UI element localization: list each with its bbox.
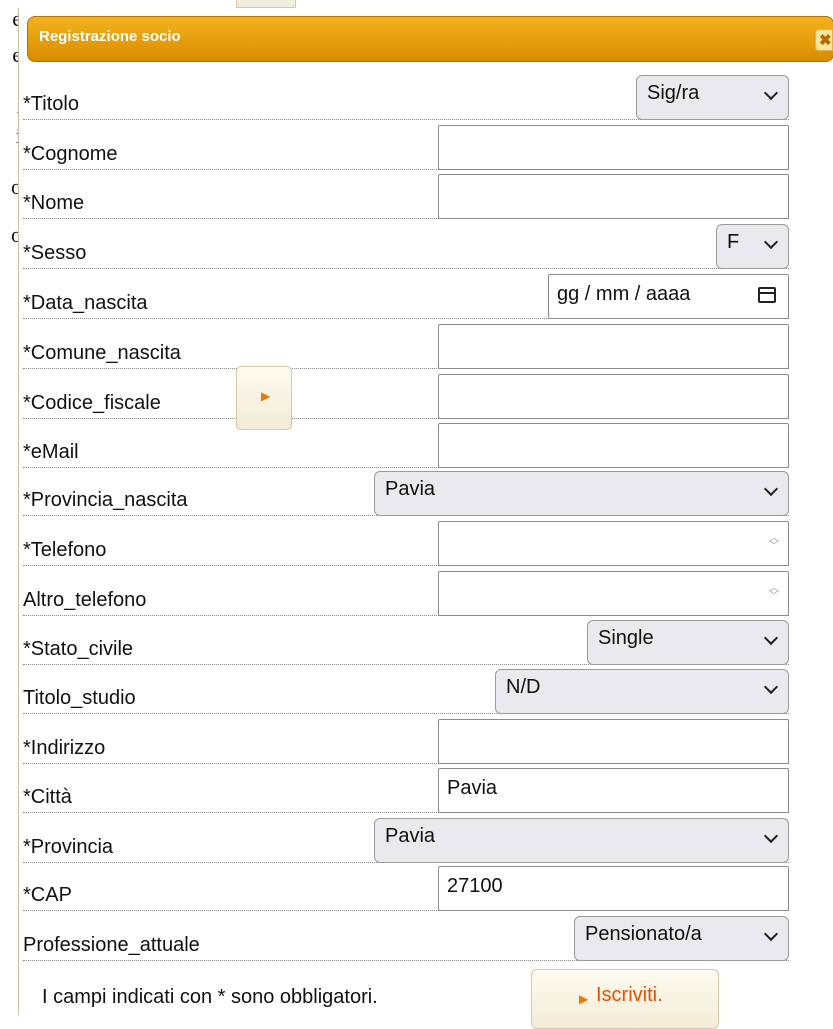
chevron-down-icon	[763, 481, 779, 497]
label-provincia-nascita: *Provincia_nascita	[23, 489, 188, 511]
comune-nascita-input[interactable]	[438, 324, 789, 369]
label-cognome: *Cognome	[23, 143, 118, 165]
email-input[interactable]	[438, 423, 789, 468]
codice-fiscale-input[interactable]	[438, 374, 789, 419]
submit-label: Iscriviti.	[596, 984, 663, 1006]
row-email: *eMail	[23, 422, 789, 468]
label-indirizzo: *Indirizzo	[23, 737, 106, 759]
label-telefono: *Telefono	[23, 539, 107, 561]
indirizzo-input[interactable]	[438, 719, 789, 764]
stato-civile-select[interactable]: Single	[587, 620, 789, 665]
chevron-down-icon	[763, 630, 779, 646]
professione-attuale-select[interactable]: Pensionato/a	[574, 916, 789, 961]
cognome-input[interactable]	[438, 125, 789, 170]
label-sesso: *Sesso	[23, 242, 87, 264]
row-codice-fiscale: *Codice_fiscale	[23, 373, 789, 419]
dialog-title: Registrazione socio	[39, 28, 181, 45]
row-comune-nascita: *Comune_nascita	[23, 323, 789, 369]
chevron-down-icon	[763, 828, 779, 844]
sesso-select[interactable]: F	[716, 224, 789, 269]
row-cognome: *Cognome	[23, 124, 789, 170]
label-nome: *Nome	[23, 192, 85, 214]
label-professione-attuale: Professione_attuale	[23, 934, 200, 956]
chevron-down-icon	[763, 926, 779, 942]
label-titolo: *Titolo	[23, 93, 79, 115]
titolo-studio-select[interactable]: N/D	[495, 669, 789, 714]
compute-codice-fiscale-button[interactable]: ▶	[236, 366, 292, 430]
row-citta: *Città Pavia	[23, 767, 789, 813]
row-indirizzo: *Indirizzo	[23, 718, 789, 764]
submit-button[interactable]: ▶ Iscriviti.	[531, 969, 719, 1029]
altro-telefono-input[interactable]: ︿ ﹀	[438, 571, 789, 616]
nome-input[interactable]	[438, 174, 789, 219]
provincia-select[interactable]: Pavia	[374, 818, 789, 863]
play-arrow-icon: ▶	[261, 389, 271, 403]
dialog-titlebar[interactable]: Registrazione socio ✖	[27, 16, 833, 62]
chevron-down-icon	[763, 679, 779, 695]
required-fields-note: I campi indicati con * sono obbligatori.	[42, 986, 378, 1008]
titolo-select[interactable]: Sig/ra	[636, 75, 789, 120]
row-cap: *CAP 27100	[23, 865, 789, 911]
row-titolo-studio: Titolo_studio N/D	[23, 668, 789, 714]
close-button[interactable]: ✖	[815, 29, 833, 51]
row-altro-telefono: Altro_telefono ︿ ﹀	[23, 570, 789, 616]
spinner-icon[interactable]: ︿ ﹀	[769, 584, 779, 602]
row-provincia-nascita: *Provincia_nascita Pavia	[23, 470, 789, 516]
row-professione-attuale: Professione_attuale Pensionato/a	[23, 915, 789, 961]
label-email: *eMail	[23, 441, 79, 463]
calendar-icon[interactable]	[758, 287, 776, 303]
background-tab	[236, 0, 296, 8]
play-arrow-icon: ▶	[579, 992, 589, 1006]
label-altro-telefono: Altro_telefono	[23, 589, 147, 611]
label-stato-civile: *Stato_civile	[23, 638, 134, 660]
close-icon: ✖	[819, 32, 832, 49]
row-titolo: *Titolo Sig/ra	[23, 74, 789, 120]
chevron-down-icon	[763, 85, 779, 101]
telefono-input[interactable]: ︿ ﹀	[438, 521, 789, 566]
label-titolo-studio: Titolo_studio	[23, 687, 136, 709]
row-provincia: *Provincia Pavia	[23, 817, 789, 863]
provincia-nascita-select[interactable]: Pavia	[374, 471, 789, 516]
label-cap: *CAP	[23, 884, 72, 906]
label-codice-fiscale: *Codice_fiscale	[23, 392, 161, 414]
citta-input[interactable]: Pavia	[438, 768, 789, 813]
row-telefono: *Telefono ︿ ﹀	[23, 520, 789, 566]
label-provincia: *Provincia	[23, 836, 114, 858]
row-sesso: *Sesso F	[23, 223, 789, 269]
cap-input[interactable]: 27100	[438, 866, 789, 911]
row-data-nascita: *Data_nascita gg / mm / aaaa	[23, 273, 789, 319]
chevron-down-icon	[763, 234, 779, 250]
label-comune-nascita: *Comune_nascita	[23, 342, 181, 364]
spinner-icon[interactable]: ︿ ﹀	[769, 534, 779, 552]
row-stato-civile: *Stato_civile Single	[23, 619, 789, 665]
label-citta: *Città	[23, 786, 72, 808]
row-nome: *Nome	[23, 173, 789, 219]
label-data-nascita: *Data_nascita	[23, 292, 148, 314]
data-nascita-input[interactable]: gg / mm / aaaa	[548, 274, 789, 319]
